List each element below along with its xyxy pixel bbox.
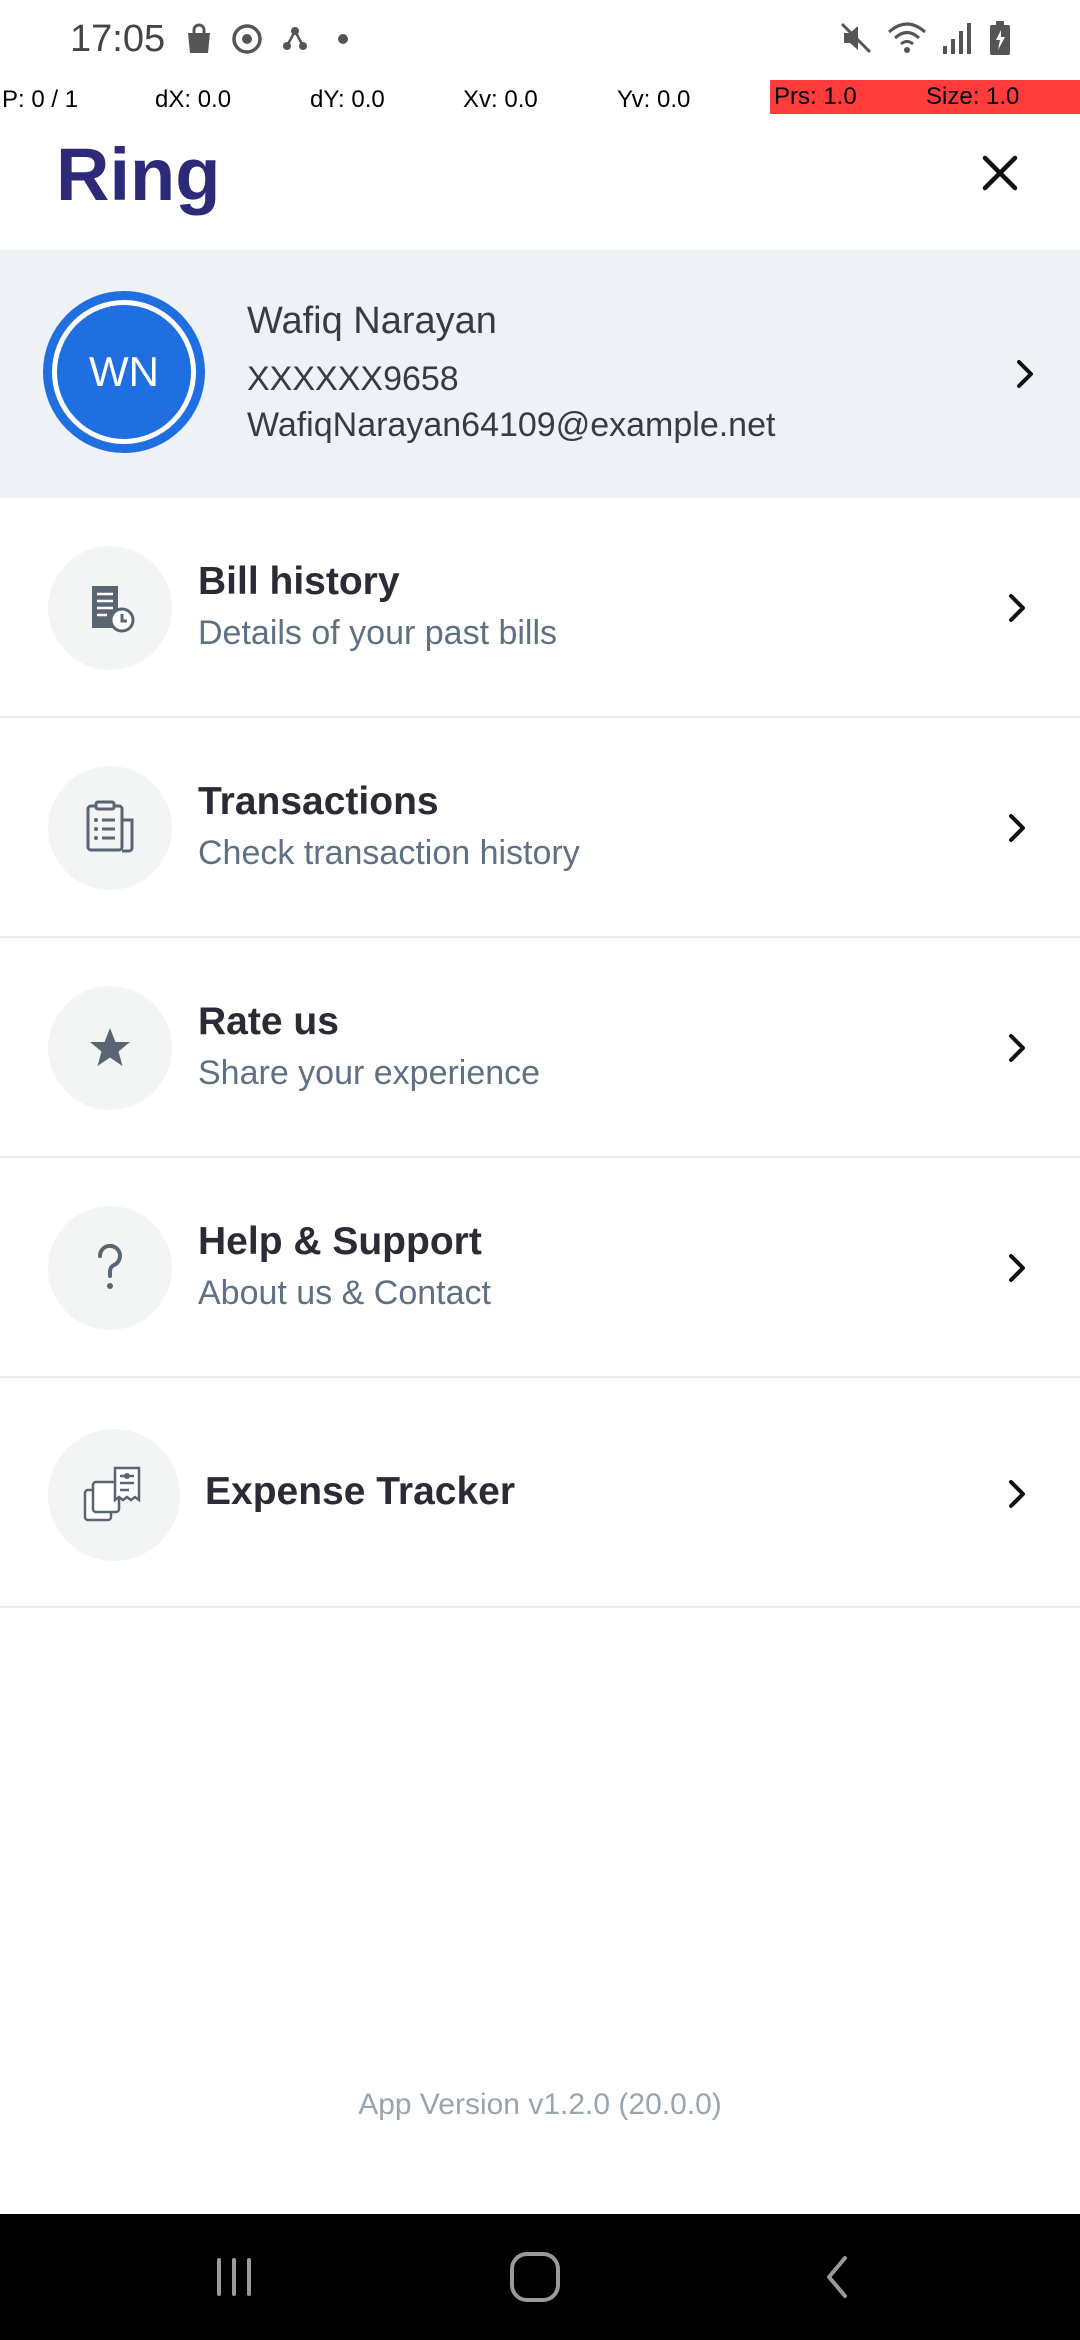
pointer-debug-overlay: P: 0 / 1 dX: 0.0 dY: 0.0 Xv: 0.0 Yv: 0.0… — [0, 80, 1080, 118]
question-mark-icon — [97, 1243, 122, 1289]
menu-item-title: Bill history — [198, 560, 400, 603]
shopping-bag-icon — [188, 23, 210, 53]
chevron-right-icon — [1009, 1480, 1025, 1508]
profile-name: Wafiq Narayan — [247, 300, 497, 342]
menu-item-expense-tracker[interactable]: Expense Tracker — [0, 1378, 1080, 1608]
mute-icon — [840, 22, 872, 54]
home-button[interactable] — [495, 2244, 575, 2310]
menu-item-subtitle: Check transaction history — [198, 834, 580, 872]
menu-icon-container — [48, 1206, 172, 1330]
menu-icon-container — [48, 546, 172, 670]
chevron-right-icon — [1009, 814, 1025, 842]
menu-item-subtitle: Details of your past bills — [198, 614, 558, 652]
menu-icon-container — [48, 1429, 180, 1561]
debug-pointer: P: 0 / 1 — [2, 86, 79, 113]
menu-item-title: Transactions — [198, 780, 439, 823]
avatar: WN — [46, 294, 202, 450]
sync-icon — [232, 24, 262, 54]
status-right-icons — [838, 20, 1012, 56]
share-nodes-icon — [283, 27, 307, 50]
home-icon — [510, 2252, 560, 2302]
debug-xv: Xv: 0.0 — [463, 86, 538, 113]
debug-yv: Yv: 0.0 — [617, 86, 691, 113]
status-bar: 17:05 — [0, 0, 1080, 80]
ring-logo-mark: Ring — [56, 133, 220, 216]
debug-pressure: Prs: 1.0 — [770, 80, 922, 114]
back-icon — [827, 2256, 847, 2298]
chevron-right-icon — [1009, 1034, 1025, 1062]
recents-icon — [217, 2258, 251, 2296]
debug-size: Size: 1.0 — [922, 80, 1080, 114]
debug-dx: dX: 0.0 — [155, 86, 232, 113]
menu-item-help-support[interactable]: Help & Support About us & Contact — [0, 1158, 1080, 1378]
menu-item-title: Help & Support — [198, 1220, 482, 1263]
bill-history-icon — [92, 586, 135, 633]
menu-item-title: Rate us — [198, 1000, 339, 1043]
dot-icon — [338, 34, 348, 44]
profile-phone: XXXXXX9658 — [247, 360, 459, 398]
star-icon — [90, 1028, 130, 1066]
menu-icon-container — [48, 986, 172, 1110]
menu-icon-container — [48, 766, 172, 890]
menu-item-subtitle: About us & Contact — [198, 1274, 491, 1312]
close-button[interactable] — [970, 143, 1030, 203]
chevron-right-icon — [1009, 594, 1025, 622]
menu-item-transactions[interactable]: Transactions Check transaction history — [0, 718, 1080, 938]
back-button[interactable] — [798, 2244, 878, 2310]
menu-item-rate-us[interactable]: Rate us Share your experience — [0, 938, 1080, 1158]
transactions-icon — [86, 800, 134, 853]
signal-icon — [943, 23, 971, 54]
system-nav-bar — [0, 2214, 1080, 2340]
status-left-icons — [182, 22, 360, 56]
status-time: 17:05 — [70, 18, 166, 60]
wifi-icon — [888, 22, 926, 53]
app-version: App Version v1.2.0 (20.0.0) — [358, 2088, 722, 2121]
recents-button[interactable] — [194, 2244, 274, 2310]
avatar-initials: WN — [89, 348, 159, 395]
battery-icon — [990, 21, 1010, 55]
profile-email: WafiqNarayan64109@example.net — [247, 406, 776, 444]
chevron-right-icon — [1009, 1254, 1025, 1282]
profile-card[interactable]: WN Wafiq Narayan XXXXXX9658 WafiqNarayan… — [0, 250, 1080, 498]
menu-item-bill-history[interactable]: Bill history Details of your past bills — [0, 498, 1080, 718]
ring-logo: Ring — [52, 128, 232, 229]
ring-logo-text: Ring — [56, 133, 220, 216]
app-header: Ring — [0, 118, 1080, 250]
debug-dy: dY: 0.0 — [310, 86, 385, 113]
expense-tracker-icon — [83, 1466, 141, 1522]
chevron-right-icon — [1017, 360, 1033, 388]
menu-item-subtitle: Share your experience — [198, 1054, 541, 1092]
close-icon — [982, 155, 1018, 191]
menu-item-title: Expense Tracker — [205, 1470, 516, 1513]
